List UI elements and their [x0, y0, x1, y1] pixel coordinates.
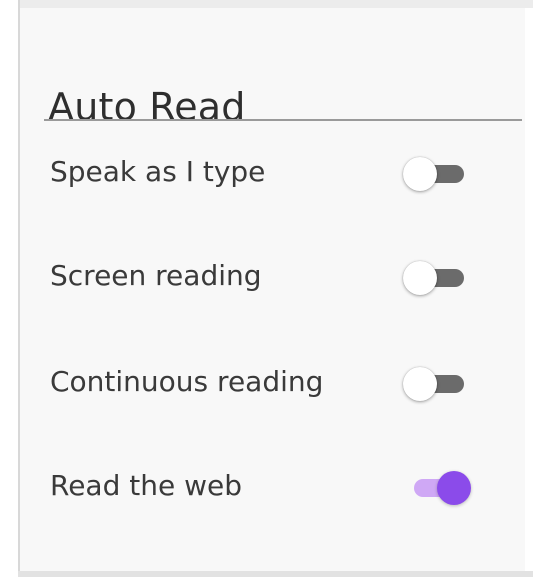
toggle-knob: [437, 471, 471, 505]
setting-label-read-the-web: Read the web: [50, 469, 243, 502]
setting-label-screen-reading: Screen reading: [50, 259, 262, 292]
title-divider: [44, 119, 522, 121]
toggle-knob: [403, 157, 437, 191]
screen-reading-toggle[interactable]: [402, 260, 472, 296]
continuous-reading-toggle[interactable]: [402, 366, 472, 402]
window-top-border: [18, 0, 533, 8]
setting-row-speak-as-i-type: Speak as I type: [20, 142, 525, 202]
setting-row-continuous-reading: Continuous reading: [20, 352, 525, 412]
auto-read-window: Auto Read Speak as I type Screen reading…: [0, 0, 533, 577]
setting-row-read-the-web: Read the web: [20, 456, 525, 516]
setting-row-screen-reading: Screen reading: [20, 246, 525, 306]
read-the-web-toggle[interactable]: [402, 470, 472, 506]
window-right-border: [525, 8, 533, 571]
window-bottom-border: [18, 571, 533, 577]
panel-title: Auto Read: [48, 85, 246, 130]
setting-label-continuous-reading: Continuous reading: [50, 365, 324, 398]
toggle-knob: [403, 261, 437, 295]
speak-as-i-type-toggle[interactable]: [402, 156, 472, 192]
setting-label-speak-as-i-type: Speak as I type: [50, 155, 266, 188]
toggle-knob: [403, 367, 437, 401]
